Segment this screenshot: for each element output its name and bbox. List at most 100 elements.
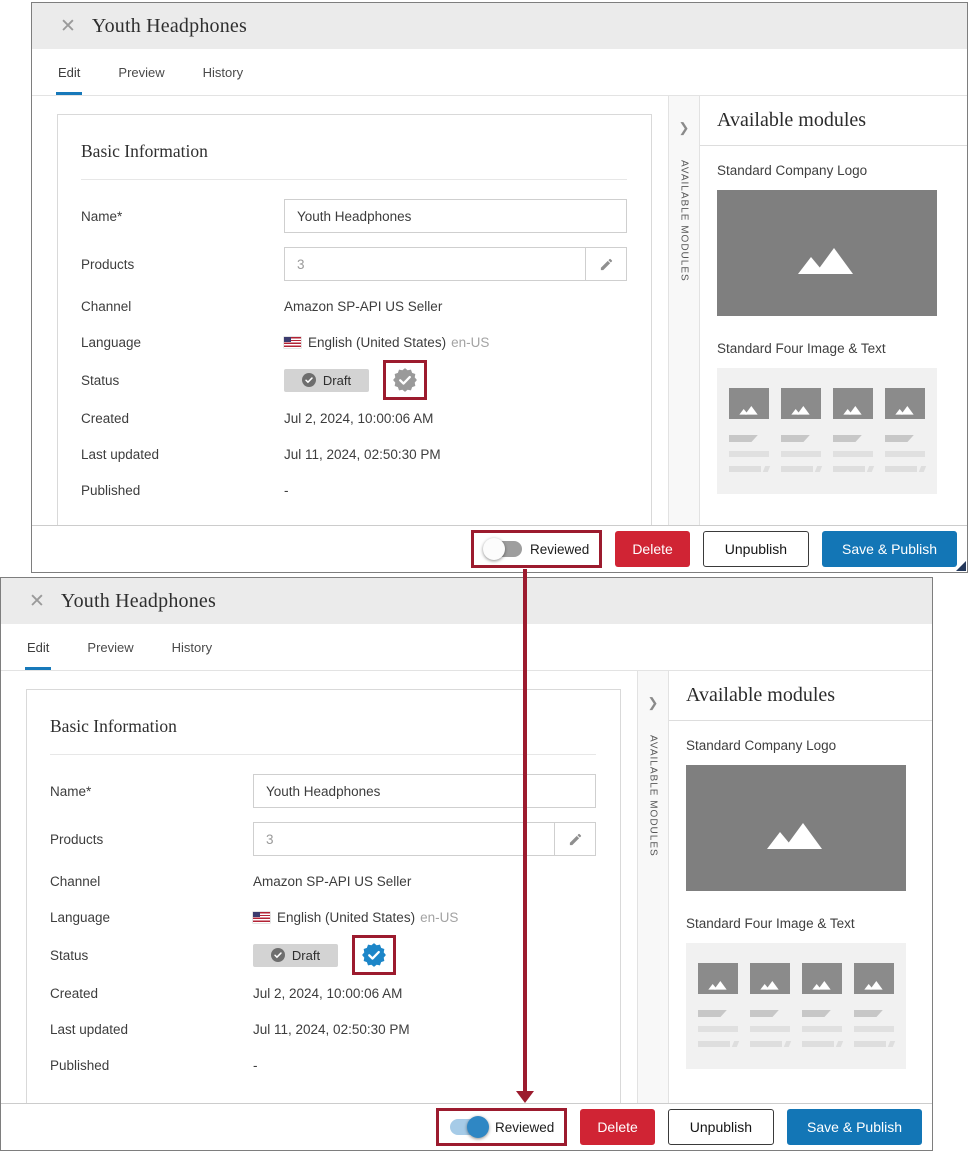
last-updated-row: Last updated Jul 11, 2024, 02:50:30 PM (50, 1011, 596, 1047)
language-locale: en-US (451, 335, 489, 350)
tab-bar: Edit Preview History (1, 624, 932, 671)
module-item-company-logo[interactable]: Standard Company Logo (717, 163, 967, 316)
mountains-icon (763, 821, 829, 849)
toggle-knob (467, 1116, 489, 1138)
name-row: Name* (81, 192, 627, 240)
products-input-group (253, 822, 596, 856)
last-updated-value: Jul 11, 2024, 02:50:30 PM (284, 447, 441, 462)
toggle-knob (483, 538, 505, 560)
tab-preview[interactable]: Preview (85, 624, 135, 670)
placeholder-column (854, 963, 894, 1069)
channel-row: Channel Amazon SP-API US Seller (50, 863, 596, 899)
resize-grip[interactable] (956, 561, 966, 571)
form-area: Basic Information Name* Products (32, 96, 668, 525)
name-label: Name* (81, 209, 284, 224)
tab-edit[interactable]: Edit (56, 49, 82, 95)
save-publish-button[interactable]: Save & Publish (822, 531, 957, 567)
last-updated-value: Jul 11, 2024, 02:50:30 PM (253, 1022, 410, 1037)
channel-value: Amazon SP-API US Seller (253, 874, 411, 889)
close-icon[interactable]: ✕ (29, 592, 45, 611)
module-item-four-image-text[interactable]: Standard Four Image & Text (686, 916, 932, 1069)
save-publish-button[interactable]: Save & Publish (787, 1109, 922, 1145)
modules-strip-label: AVAILABLE MODULES (679, 160, 690, 282)
last-updated-row: Last updated Jul 11, 2024, 02:50:30 PM (81, 436, 627, 472)
name-row: Name* (50, 767, 596, 815)
module-label: Standard Company Logo (686, 738, 932, 753)
delete-button[interactable]: Delete (615, 531, 689, 567)
tab-history[interactable]: History (201, 49, 245, 95)
products-input[interactable] (254, 823, 554, 855)
modules-strip-label: AVAILABLE MODULES (648, 735, 659, 857)
status-badge-label: Draft (323, 373, 351, 388)
tab-edit[interactable]: Edit (25, 624, 51, 670)
name-input[interactable] (253, 774, 596, 808)
reviewed-toggle-label: Reviewed (530, 542, 589, 557)
status-label: Status (50, 948, 253, 963)
module-thumbnail-four-image-text (686, 943, 906, 1069)
pencil-icon (599, 257, 614, 272)
status-badge: Draft (284, 369, 369, 392)
name-input[interactable] (284, 199, 627, 233)
language-value: English (United States) (308, 335, 446, 350)
products-label: Products (81, 257, 284, 272)
channel-label: Channel (50, 874, 253, 889)
available-modules-title: Available modules (669, 671, 932, 721)
reviewed-toggle-highlight: Reviewed (471, 530, 602, 568)
created-label: Created (81, 411, 284, 426)
placeholder-column (833, 388, 873, 494)
reviewed-badge-highlight (352, 935, 396, 975)
channel-row: Channel Amazon SP-API US Seller (81, 288, 627, 324)
annotation-arrow-head (516, 1091, 534, 1103)
page-title: Youth Headphones (61, 590, 216, 613)
unpublish-button[interactable]: Unpublish (668, 1109, 774, 1145)
published-value: - (253, 1058, 258, 1073)
created-label: Created (50, 986, 253, 1001)
created-value: Jul 2, 2024, 10:00:06 AM (284, 411, 433, 426)
reviewed-toggle-label: Reviewed (495, 1120, 554, 1135)
module-thumbnail-company-logo (686, 765, 906, 891)
module-thumbnail-four-image-text (717, 368, 937, 494)
status-row: Status Draft (81, 360, 627, 400)
action-bar: Reviewed Delete Unpublish Save & Publish (32, 525, 967, 572)
basic-information-card: Basic Information Name* Products (26, 689, 621, 1103)
collapse-chevron-icon[interactable]: ❯ (648, 695, 659, 711)
tab-history[interactable]: History (170, 624, 214, 670)
us-flag-icon (284, 337, 301, 348)
available-modules-panel: Available modules Standard Company Logo … (700, 96, 967, 525)
available-modules-panel: Available modules Standard Company Logo … (669, 671, 932, 1103)
placeholder-column (781, 388, 821, 494)
mountains-icon (811, 980, 833, 990)
products-input-group (284, 247, 627, 281)
reviewed-toggle[interactable] (450, 1119, 487, 1135)
unpublish-button[interactable]: Unpublish (703, 531, 809, 567)
placeholder-column (802, 963, 842, 1069)
verified-seal-icon[interactable] (392, 367, 418, 393)
card-title: Basic Information (50, 716, 596, 737)
module-item-company-logo[interactable]: Standard Company Logo (686, 738, 932, 891)
check-circle-icon (271, 948, 285, 962)
language-locale: en-US (420, 910, 458, 925)
form-area: Basic Information Name* Products (1, 671, 637, 1103)
reviewed-toggle[interactable] (485, 541, 522, 557)
language-label: Language (50, 910, 253, 925)
reviewed-toggle-highlight: Reviewed (436, 1108, 567, 1146)
channel-value: Amazon SP-API US Seller (284, 299, 442, 314)
annotated-screenshot: ✕ Youth Headphones Edit Preview History … (0, 0, 970, 1153)
verified-seal-icon[interactable] (361, 942, 387, 968)
basic-information-card: Basic Information Name* Products (57, 114, 652, 525)
delete-button[interactable]: Delete (580, 1109, 654, 1145)
created-value: Jul 2, 2024, 10:00:06 AM (253, 986, 402, 1001)
edit-products-button[interactable] (554, 823, 595, 855)
module-item-four-image-text[interactable]: Standard Four Image & Text (717, 341, 967, 494)
status-badge-label: Draft (292, 948, 320, 963)
mountains-icon (738, 405, 760, 415)
tab-preview[interactable]: Preview (116, 49, 166, 95)
edit-products-button[interactable] (585, 248, 626, 280)
products-row: Products (81, 240, 627, 288)
page-title: Youth Headphones (92, 15, 247, 38)
module-thumbnail-company-logo (717, 190, 937, 316)
close-icon[interactable]: ✕ (60, 17, 76, 36)
status-row: Status Draft (50, 935, 596, 975)
products-input[interactable] (285, 248, 585, 280)
collapse-chevron-icon[interactable]: ❯ (679, 120, 690, 136)
